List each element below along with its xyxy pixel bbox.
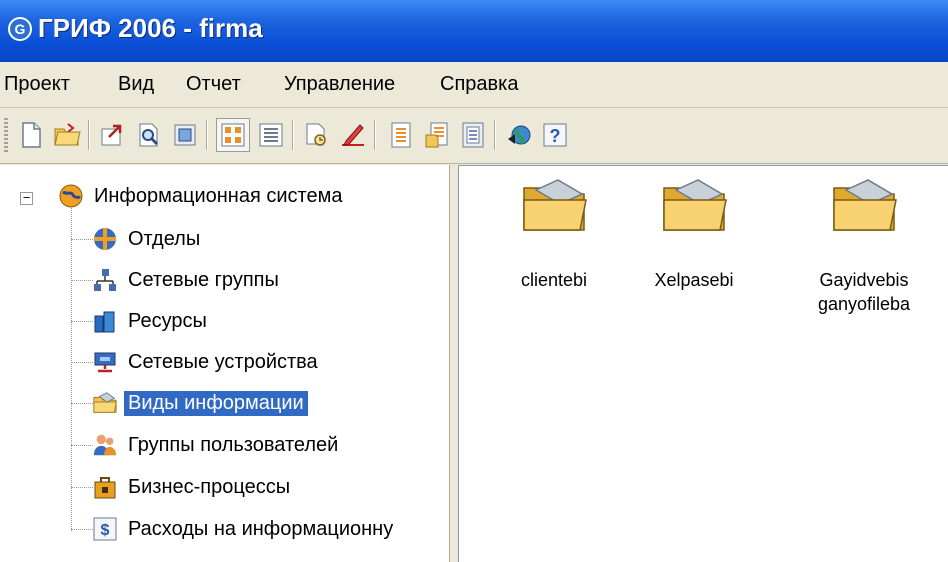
menu-help[interactable]: Справка: [440, 73, 518, 96]
tree-connector: [71, 239, 93, 240]
new-document-icon[interactable]: [14, 118, 48, 152]
tree-item-label: Ресурсы: [128, 309, 207, 332]
find-icon[interactable]: [300, 118, 334, 152]
collapse-toggle[interactable]: −: [20, 191, 33, 205]
toolbar-separator: [494, 120, 496, 150]
help-icon[interactable]: ?: [538, 118, 572, 152]
tree-item-resources[interactable]: Ресурсы: [92, 302, 211, 340]
menu-report[interactable]: Отчет: [186, 73, 241, 96]
open-folder-icon[interactable]: [50, 118, 84, 152]
folder-icon: [654, 176, 734, 246]
svg-text:$: $: [101, 522, 110, 539]
toolbar-separator: [88, 120, 90, 150]
resources-icon: [92, 308, 118, 334]
report-edit-icon[interactable]: [420, 118, 454, 152]
tree-item-information-costs[interactable]: $ Расходы на информационну: [92, 510, 397, 548]
menu-project[interactable]: Проект: [4, 73, 70, 96]
edit-pen-icon[interactable]: [336, 118, 370, 152]
toolbar: ?: [0, 108, 948, 164]
tree-connector: [71, 362, 93, 363]
folder-icon: [92, 390, 118, 416]
globe-icon: [58, 183, 84, 209]
tree-connector: [71, 321, 93, 322]
tree-item-departments[interactable]: Отделы: [92, 220, 204, 258]
toolbar-gripper[interactable]: [4, 118, 8, 154]
tree-view[interactable]: − Информационная система Отделы Сетевые …: [0, 165, 449, 562]
list-item-label: clientebi: [520, 270, 588, 290]
folder-icon: [824, 176, 904, 246]
pane-splitter[interactable]: [449, 165, 459, 562]
network-groups-icon: [92, 267, 118, 293]
properties-icon[interactable]: [168, 118, 202, 152]
tree-item-label: Сетевые группы: [128, 268, 279, 291]
export-icon[interactable]: [96, 118, 130, 152]
app-icon: G: [8, 17, 32, 41]
list-item-label: Gayidvebis ganyofileba: [817, 270, 911, 314]
tree-root[interactable]: Информационная система: [58, 177, 346, 215]
tree-connector: [71, 199, 72, 531]
report-list-icon[interactable]: [456, 118, 490, 152]
tree-connector: [71, 280, 93, 281]
window-title: ГРИФ 2006 - firma: [38, 13, 263, 43]
tree-item-label: Расходы на информационну: [128, 517, 394, 540]
tree-root-label: Информационная система: [94, 184, 343, 207]
menu-view[interactable]: Вид: [118, 73, 154, 96]
list-view[interactable]: clientebi Xelpasebi Gayidvebis ganyofile…: [459, 165, 948, 562]
tree-item-business-processes[interactable]: Бизнес-процессы: [92, 468, 294, 506]
tree-item-label: Виды информации: [124, 390, 308, 416]
tree-connector: [71, 529, 93, 530]
tree-item-information-types[interactable]: Виды информации: [92, 384, 308, 422]
user-groups-icon: [92, 432, 118, 458]
toolbar-separator: [374, 120, 376, 150]
list-item-gayidvebis[interactable]: Gayidvebis ganyofileba: [799, 176, 929, 316]
svg-text:?: ?: [550, 126, 561, 146]
tree-item-network-groups[interactable]: Сетевые группы: [92, 261, 283, 299]
tree-item-network-devices[interactable]: Сетевые устройства: [92, 343, 322, 381]
departments-icon: [92, 226, 118, 252]
network-devices-icon: [92, 349, 118, 375]
tree-item-label: Бизнес-процессы: [128, 475, 291, 498]
report-icon[interactable]: [384, 118, 418, 152]
folder-icon: [514, 176, 594, 246]
tree-item-label: Отделы: [128, 227, 201, 250]
tree-connector: [71, 445, 93, 446]
details-view-icon[interactable]: [254, 118, 288, 152]
business-processes-icon: [92, 474, 118, 500]
toolbar-separator: [206, 120, 208, 150]
toolbar-separator: [292, 120, 294, 150]
title-bar: G ГРИФ 2006 - firma: [0, 0, 948, 62]
menu-management[interactable]: Управление: [284, 73, 395, 96]
tree-item-label: Группы пользователей: [128, 433, 339, 456]
list-item-clientebi[interactable]: clientebi: [489, 176, 619, 292]
web-update-icon[interactable]: [502, 118, 536, 152]
tree-connector: [71, 487, 93, 488]
dollar-icon: $: [92, 516, 118, 542]
menu-bar: Проект Вид Отчет Управление Справка: [0, 62, 948, 108]
tree-item-user-groups[interactable]: Группы пользователей: [92, 426, 342, 464]
list-item-xelpasebi[interactable]: Xelpasebi: [629, 176, 759, 292]
tree-connector: [71, 403, 93, 404]
list-item-label: Xelpasebi: [654, 270, 734, 290]
tree-item-label: Сетевые устройства: [128, 350, 318, 373]
print-preview-icon[interactable]: [132, 118, 166, 152]
large-icons-view-icon[interactable]: [216, 118, 250, 152]
